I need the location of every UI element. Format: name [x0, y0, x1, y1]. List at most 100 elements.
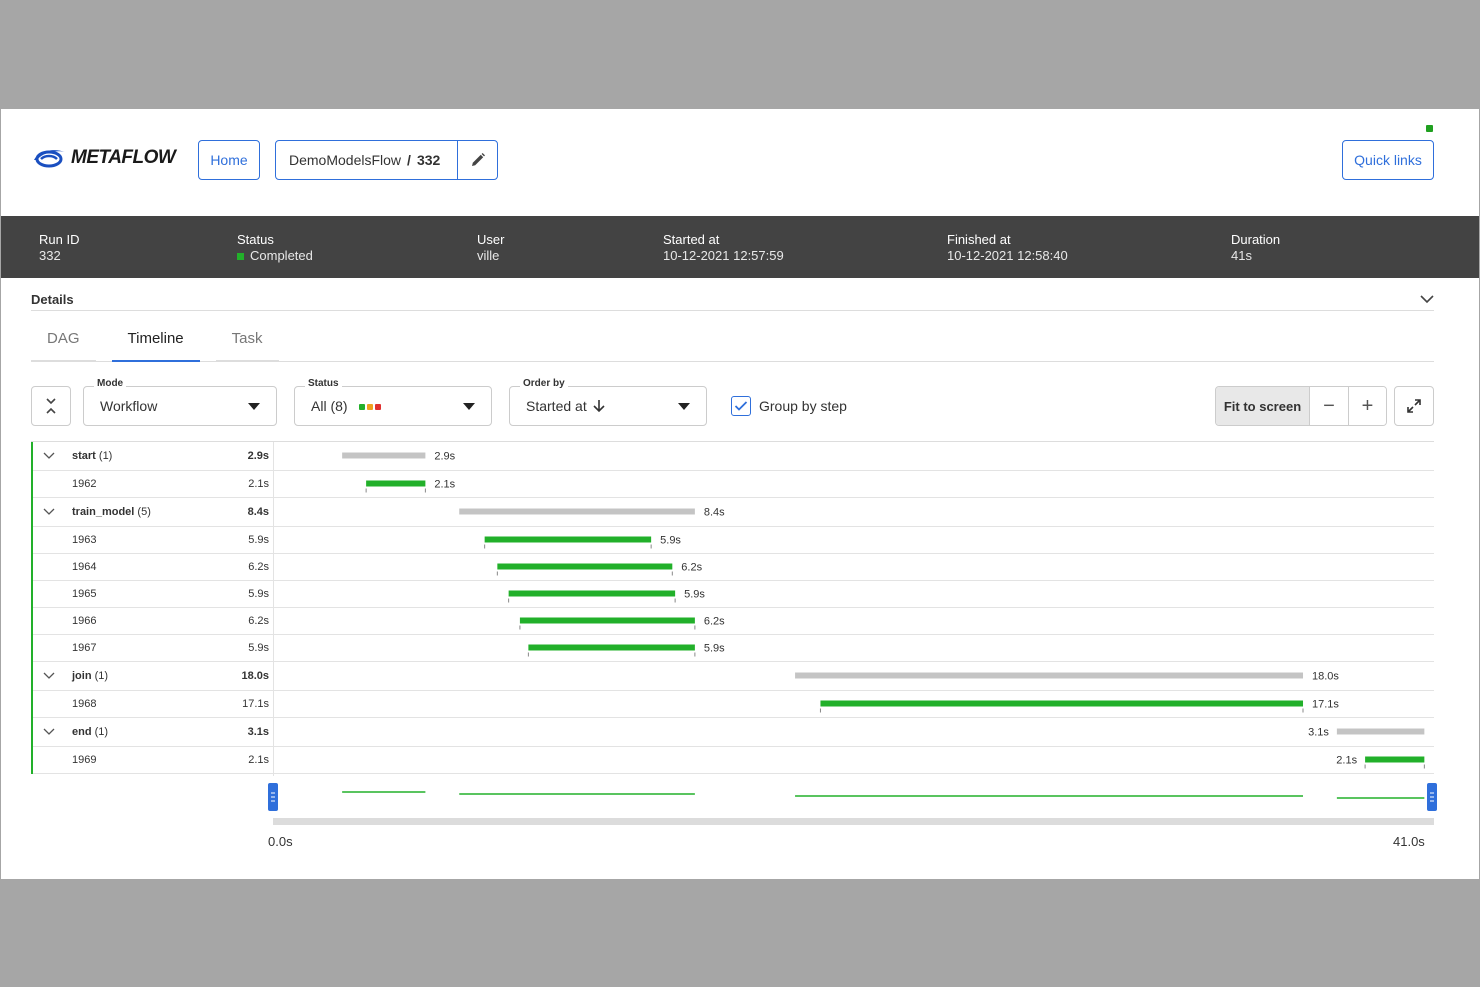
user-value: ville	[477, 248, 500, 263]
row-duration: 2.9s	[247, 450, 269, 462]
timeline-task-row[interactable]: 1962 2.1s	[31, 471, 1434, 498]
step-name: train_model (5)	[72, 506, 151, 518]
axis-min-label: 0.0s	[268, 834, 293, 849]
summary-started: Started at 10-12-2021 12:57:59	[663, 232, 784, 264]
edit-breadcrumb-button[interactable]	[457, 141, 497, 179]
mode-select[interactable]: Mode Workflow	[83, 378, 277, 426]
step-name-text: train_model	[72, 506, 135, 518]
step-name: join (1)	[72, 670, 108, 682]
timeline-task-row[interactable]: 1964 6.2s	[31, 554, 1434, 581]
timeline-task-row[interactable]: 1963 5.9s	[31, 527, 1434, 554]
status-value: Completed	[237, 248, 313, 264]
metaflow-logo-icon	[34, 150, 65, 168]
tab-task[interactable]: Task	[215, 330, 279, 362]
tab-dag[interactable]: DAG	[31, 330, 96, 362]
fullscreen-button[interactable]	[1394, 386, 1434, 426]
status-filter-value-wrap: All (8)	[311, 398, 382, 414]
task-id: 1967	[72, 642, 97, 654]
step-name: end (1)	[72, 726, 108, 738]
timeline-step-row[interactable]: start (1) 2.9s	[31, 442, 1434, 471]
details-label: Details	[31, 291, 74, 307]
breadcrumb-run-number[interactable]: 332	[417, 152, 440, 168]
zoom-in-button[interactable]: +	[1348, 387, 1386, 425]
status-completed-icon	[237, 252, 244, 260]
row-duration: 2.1s	[248, 478, 269, 490]
breadcrumb: DemoModelsFlow / 332	[275, 140, 498, 180]
run-summary-bar: Run ID 332 Status Completed User ville S…	[1, 216, 1479, 278]
row-status-edge	[31, 527, 33, 554]
quick-links-button[interactable]: Quick links	[1342, 140, 1434, 180]
group-by-step-label: Group by step	[759, 398, 847, 414]
task-id: 1968	[72, 698, 97, 710]
caret-down-icon	[463, 402, 475, 410]
status-label: Status	[237, 232, 274, 247]
chevron-down-icon[interactable]	[43, 452, 55, 460]
timeline-task-row[interactable]: 1968 17.1s	[31, 691, 1434, 718]
collapse-icon	[46, 398, 56, 414]
duration-value: 41s	[1231, 248, 1252, 263]
group-by-step-checkbox[interactable]	[731, 396, 751, 416]
timeline-task-row[interactable]: 1967 5.9s	[31, 635, 1434, 662]
breadcrumb-text[interactable]: DemoModelsFlow / 332	[276, 152, 457, 168]
finished-label: Finished at	[947, 232, 1011, 247]
row-status-edge	[31, 747, 33, 774]
status-dot-red	[375, 404, 382, 411]
caret-down-icon	[248, 402, 260, 410]
check-icon	[734, 401, 748, 411]
pencil-icon	[471, 153, 485, 166]
chevron-down-icon[interactable]	[1420, 294, 1434, 304]
timeline-step-row[interactable]: end (1) 3.1s	[31, 718, 1434, 747]
order-by-label: Order by	[520, 378, 568, 389]
zoom-out-button[interactable]: −	[1310, 387, 1348, 425]
summary-status: Status Completed	[237, 232, 313, 264]
expand-icon	[1407, 399, 1421, 413]
chevron-down-icon[interactable]	[43, 728, 55, 736]
step-task-count: (5)	[134, 506, 151, 518]
summary-finished: Finished at 10-12-2021 12:58:40	[947, 232, 1068, 264]
collapse-all-button[interactable]	[31, 386, 71, 426]
row-status-edge	[31, 554, 33, 581]
step-task-count: (1)	[91, 670, 109, 682]
row-duration: 18.0s	[241, 670, 269, 682]
timeline-step-row[interactable]: join (1) 18.0s	[31, 662, 1434, 691]
order-by-select[interactable]: Order by Started at	[509, 378, 707, 426]
metaflow-logo[interactable]: METAFLOW	[31, 146, 176, 170]
timeline-step-row[interactable]: train_model (5) 8.4s	[31, 498, 1434, 527]
chevron-down-icon[interactable]	[43, 508, 55, 516]
task-id: 1969	[72, 754, 97, 766]
step-name-text: join	[72, 670, 92, 682]
breadcrumb-separator: /	[407, 152, 411, 168]
status-filter-label: Status	[305, 378, 342, 389]
fit-to-screen-button[interactable]: Fit to screen	[1216, 387, 1310, 425]
task-id: 1966	[72, 615, 97, 627]
step-task-count: (1)	[95, 450, 113, 462]
chevron-down-icon[interactable]	[43, 672, 55, 680]
row-status-edge	[31, 608, 33, 635]
timeline-task-row[interactable]: 1966 6.2s	[31, 608, 1434, 635]
run-id-value: 332	[39, 248, 61, 263]
status-text: Completed	[250, 248, 313, 263]
zoom-controls: Fit to screen − +	[1215, 386, 1387, 426]
summary-run-id: Run ID 332	[39, 232, 79, 264]
status-dot-green	[359, 404, 366, 411]
details-toggle[interactable]: Details	[31, 288, 1434, 311]
task-id: 1962	[72, 478, 97, 490]
home-button[interactable]: Home	[198, 140, 260, 180]
status-dot-orange	[367, 404, 374, 411]
group-by-step-toggle[interactable]: Group by step	[731, 396, 847, 416]
caret-down-icon	[678, 402, 690, 410]
breadcrumb-flow-name[interactable]: DemoModelsFlow	[289, 152, 401, 168]
step-name: start (1)	[72, 450, 112, 462]
run-id-label: Run ID	[39, 232, 80, 247]
timeline-task-row[interactable]: 1965 5.9s	[31, 581, 1434, 608]
order-by-value: Started at	[526, 398, 587, 414]
step-name-text: end	[72, 726, 92, 738]
timeline-task-row[interactable]: 1969 2.1s	[31, 747, 1434, 774]
summary-user: User ville	[477, 232, 504, 264]
status-select[interactable]: Status All (8)	[294, 378, 492, 426]
connection-status-indicator	[1426, 125, 1433, 132]
task-id: 1963	[72, 534, 97, 546]
row-status-edge	[31, 498, 33, 527]
status-color-dots	[359, 404, 382, 411]
tab-timeline[interactable]: Timeline	[111, 330, 200, 362]
